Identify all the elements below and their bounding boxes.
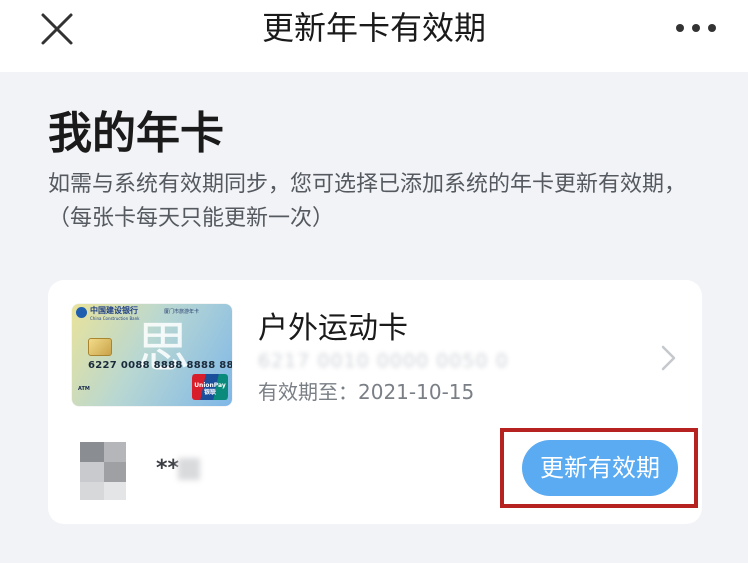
- navigation-bar: 更新年卡有效期: [0, 0, 748, 72]
- unionpay-logo-icon: UnionPay 银联: [192, 374, 228, 400]
- card-tag: 厦门市旅游年卡: [164, 309, 200, 315]
- bank-name-en: China Construction Bank: [90, 316, 140, 321]
- atm-label: ATM: [78, 386, 90, 392]
- card-expiry: 有效期至：2021-10-15: [258, 380, 475, 404]
- bank-card-image: 中国建设银行 China Construction Bank 厦门市旅游年卡 思…: [72, 304, 232, 406]
- user-name: **: [156, 456, 180, 481]
- card-number: 6217 0010 0000 0050 0: [258, 350, 509, 372]
- annual-card-item[interactable]: 中国建设银行 China Construction Bank 厦门市旅游年卡 思…: [48, 280, 702, 524]
- bank-name: 中国建设银行: [90, 306, 138, 315]
- main-content: 我的年卡 如需与系统有效期同步，您可选择已添加系统的年卡更新有效期，（每张卡每天…: [0, 72, 748, 563]
- card-image-number: 6227 0088 8888 8888 888: [88, 360, 232, 371]
- page-description: 如需与系统有效期同步，您可选择已添加系统的年卡更新有效期，（每张卡每天只能更新一…: [48, 172, 687, 231]
- avatar: [80, 442, 126, 500]
- highlight-box: [500, 428, 698, 508]
- bank-logo-icon: [76, 307, 87, 318]
- card-name: 户外运动卡: [258, 311, 408, 346]
- unionpay-label: UnionPay 银联: [194, 382, 226, 396]
- page-title: 我的年卡: [48, 108, 224, 159]
- user-name-redaction: [178, 458, 200, 480]
- chevron-right-icon[interactable]: [660, 344, 678, 372]
- more-icon[interactable]: [674, 20, 718, 36]
- chip-icon: [88, 338, 112, 356]
- page-header-title: 更新年卡有效期: [261, 9, 486, 47]
